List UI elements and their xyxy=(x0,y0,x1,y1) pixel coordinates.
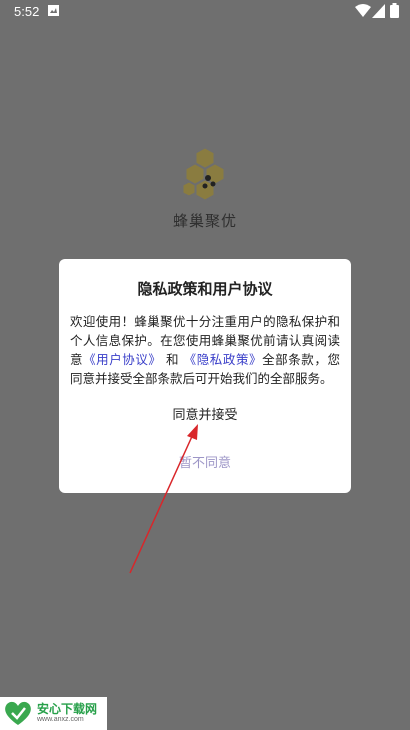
status-bar: 5:52 xyxy=(0,0,410,24)
watermark-url: www.anxz.com xyxy=(37,716,84,723)
signal-icon xyxy=(372,4,385,18)
body-text-and: 和 xyxy=(166,352,180,367)
privacy-dialog: 隐私政策和用户协议 欢迎使用！蜂巢聚优十分注重用户的隐私保护和个人信息保护。在您… xyxy=(59,259,351,493)
privacy-policy-link[interactable]: 《隐私政策》 xyxy=(184,352,262,367)
user-agreement-link[interactable]: 《用户协议》 xyxy=(83,352,161,367)
dialog-title: 隐私政策和用户协议 xyxy=(137,280,273,298)
disagree-button[interactable]: 暂不同意 xyxy=(155,452,255,476)
notification-icon xyxy=(48,5,59,16)
app-name: 蜂巢聚优 xyxy=(172,212,237,230)
dialog-body: 欢迎使用！蜂巢聚优十分注重用户的隐私保护和个人信息保护。在您使用蜂巢聚优前请认真… xyxy=(70,312,340,388)
heart-logo-icon xyxy=(5,701,31,725)
watermark: 安心下载网 www.anxz.com xyxy=(0,697,107,730)
status-time: 5:52 xyxy=(14,4,40,19)
wifi-icon xyxy=(355,4,371,17)
honeycomb-logo-icon xyxy=(182,148,225,200)
battery-icon xyxy=(390,3,399,18)
agree-button[interactable]: 同意并接受 xyxy=(155,404,255,428)
watermark-title: 安心下载网 xyxy=(37,702,98,716)
